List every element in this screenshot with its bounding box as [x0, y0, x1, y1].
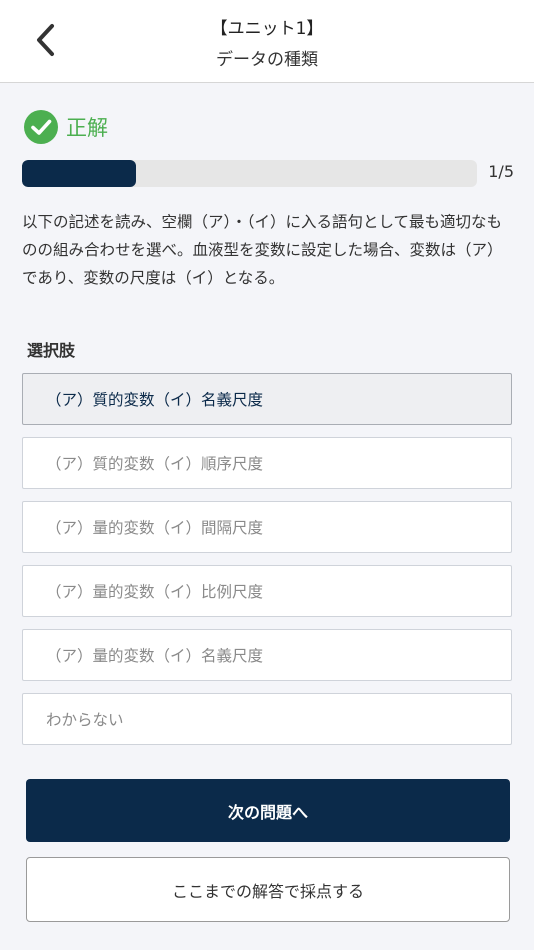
- choice-option-2[interactable]: （ア）質的変数（イ）順序尺度: [22, 437, 512, 489]
- choice-option-5[interactable]: （ア）量的変数（イ）名義尺度: [22, 629, 512, 681]
- choice-label: （ア）質的変数（イ）順序尺度: [46, 455, 264, 473]
- choice-label: （ア）質的変数（イ）名義尺度: [46, 391, 264, 409]
- result-indicator: 正解: [24, 110, 108, 144]
- result-label: 正解: [66, 116, 108, 140]
- progress-bar-fill: [22, 160, 136, 187]
- choice-label: （ア）量的変数（イ）間隔尺度: [46, 519, 264, 537]
- choice-option-4[interactable]: （ア）量的変数（イ）比例尺度: [22, 565, 512, 617]
- choice-option-1[interactable]: （ア）質的変数（イ）名義尺度: [22, 373, 512, 425]
- progress-counter: 1/5: [488, 162, 514, 181]
- header-bar: 【ユニット1】 データの種類: [0, 0, 534, 83]
- grade-answers-label: ここまでの解答で採点する: [171, 881, 364, 901]
- next-question-label: 次の問題へ: [227, 802, 308, 822]
- choice-option-dont-know[interactable]: わからない: [22, 693, 512, 745]
- choice-option-3[interactable]: （ア）量的変数（イ）間隔尺度: [22, 501, 512, 553]
- choice-label: （ア）量的変数（イ）比例尺度: [46, 583, 264, 601]
- choices-heading: 選択肢: [27, 341, 76, 360]
- question-text: 以下の記述を読み、空欄（ア）・（イ）に入る語句として最も適切なものの組み合わせを…: [22, 213, 503, 287]
- check-circle-icon: [24, 110, 58, 144]
- grade-answers-button[interactable]: ここまでの解答で採点する: [26, 857, 510, 922]
- choice-label: わからない: [46, 711, 124, 729]
- header-subtitle: データの種類: [216, 50, 318, 70]
- choice-label: （ア）量的変数（イ）名義尺度: [46, 647, 264, 665]
- progress-bar: [22, 160, 477, 187]
- next-question-button[interactable]: 次の問題へ: [26, 779, 510, 842]
- header-title: 【ユニット1】: [210, 19, 324, 39]
